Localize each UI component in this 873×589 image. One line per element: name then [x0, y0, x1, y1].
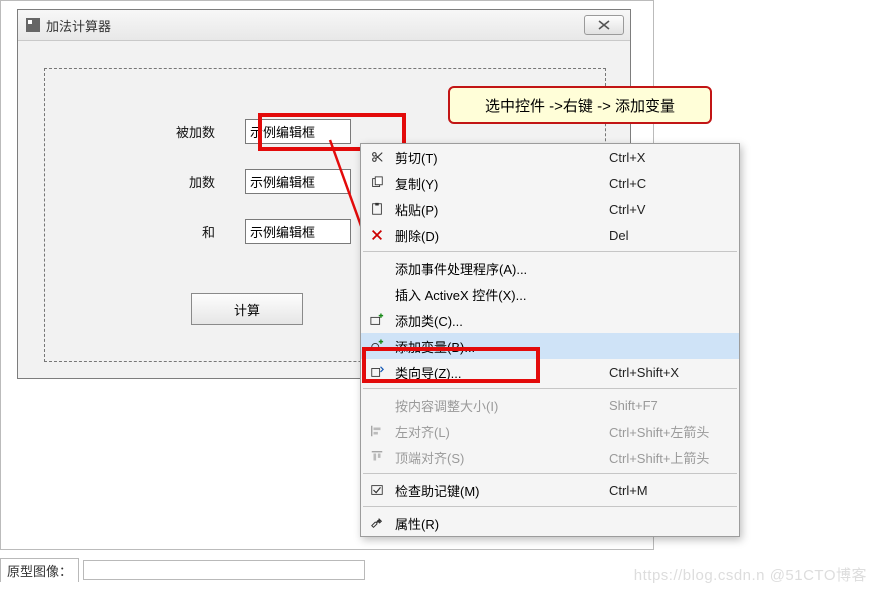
- menu-item-cut[interactable]: 剪切(T)Ctrl+X: [361, 144, 739, 170]
- menu-item-aligntop: 顶端对齐(S)Ctrl+Shift+上箭头: [361, 444, 739, 470]
- menu-item-shortcut: Ctrl+Shift+左箭头: [609, 422, 739, 441]
- prototype-image-label: 原型图像：: [0, 558, 79, 582]
- menu-item-label: 添加事件处理程序(A)...: [389, 259, 609, 278]
- menu-item-mnemonics[interactable]: 检查助记键(M)Ctrl+M: [361, 477, 739, 503]
- menu-item-shortcut: Ctrl+C: [609, 176, 739, 191]
- menu-item-copy[interactable]: 复制(Y)Ctrl+C: [361, 170, 739, 196]
- menu-item-addhandler[interactable]: 添加事件处理程序(A)...: [361, 255, 739, 281]
- menu-item-shortcut: Ctrl+X: [609, 150, 739, 165]
- annotation-text: 选中控件 ->右键 -> 添加变量: [485, 95, 675, 116]
- menu-item-label: 左对齐(L): [389, 422, 609, 441]
- menu-separator: [363, 251, 737, 252]
- menu-item-label: 按内容调整大小(I): [389, 396, 609, 415]
- app-icon: [26, 18, 40, 32]
- menu-item-label: 删除(D): [389, 226, 609, 245]
- menu-item-label: 顶端对齐(S): [389, 448, 609, 467]
- menu-item-shortcut: Ctrl+V: [609, 202, 739, 217]
- watermark: https://blog.csdn.n @51CTO博客: [634, 564, 867, 585]
- close-icon: [598, 20, 610, 30]
- alignt-icon: [365, 450, 389, 464]
- menu-item-label: 属性(R): [389, 514, 609, 533]
- menu-item-shortcut: Del: [609, 228, 739, 243]
- menu-item-label: 复制(Y): [389, 174, 609, 193]
- menu-item-shortcut: Ctrl+Shift+X: [609, 365, 739, 380]
- menu-item-sizecontent: 按内容调整大小(I)Shift+F7: [361, 392, 739, 418]
- menu-item-addvar[interactable]: 添加变量(B)...: [361, 333, 739, 359]
- copy-icon: [365, 176, 389, 190]
- paste-icon: [365, 202, 389, 216]
- scissors-icon: [365, 150, 389, 164]
- input-sum[interactable]: [245, 219, 351, 244]
- menu-item-label: 检查助记键(M): [389, 481, 609, 500]
- dialog-title: 加法计算器: [46, 16, 111, 35]
- menu-item-label: 类向导(Z)...: [389, 363, 609, 382]
- close-button[interactable]: [584, 15, 624, 35]
- wrench-icon: [365, 516, 389, 530]
- bottom-panel: 原型图像：: [0, 558, 365, 582]
- input-addend1[interactable]: [245, 119, 351, 144]
- check-icon: [365, 483, 389, 497]
- menu-item-paste[interactable]: 粘贴(P)Ctrl+V: [361, 196, 739, 222]
- menu-separator: [363, 506, 737, 507]
- calculate-button-label: 计算: [234, 300, 260, 319]
- row-addend1: 被加数: [135, 119, 351, 144]
- menu-item-shortcut: Ctrl+M: [609, 483, 739, 498]
- annotation-callout: 选中控件 ->右键 -> 添加变量: [448, 86, 712, 124]
- row-sum: 和: [135, 219, 351, 244]
- menu-item-shortcut: Ctrl+Shift+上箭头: [609, 448, 739, 467]
- menu-item-label: 添加类(C)...: [389, 311, 609, 330]
- label-addend2: 加数: [135, 172, 215, 191]
- menu-item-label: 粘贴(P): [389, 200, 609, 219]
- label-addend1: 被加数: [135, 122, 215, 141]
- menu-item-label: 剪切(T): [389, 148, 609, 167]
- menu-item-alignleft: 左对齐(L)Ctrl+Shift+左箭头: [361, 418, 739, 444]
- addclass-icon: [365, 313, 389, 327]
- menu-item-label: 插入 ActiveX 控件(X)...: [389, 285, 609, 304]
- classwiz-icon: [365, 365, 389, 379]
- menu-item-label: 添加变量(B)...: [389, 337, 609, 356]
- label-sum: 和: [135, 222, 215, 241]
- menu-separator: [363, 388, 737, 389]
- x-icon: [365, 228, 389, 242]
- title-bar: 加法计算器: [18, 10, 630, 41]
- menu-separator: [363, 473, 737, 474]
- menu-item-classwiz[interactable]: 类向导(Z)...Ctrl+Shift+X: [361, 359, 739, 385]
- alignl-icon: [365, 424, 389, 438]
- menu-item-delete[interactable]: 删除(D)Del: [361, 222, 739, 248]
- menu-item-addclass[interactable]: 添加类(C)...: [361, 307, 739, 333]
- row-addend2: 加数: [135, 169, 351, 194]
- input-addend2[interactable]: [245, 169, 351, 194]
- addvar-icon: [365, 339, 389, 353]
- menu-item-insertax[interactable]: 插入 ActiveX 控件(X)...: [361, 281, 739, 307]
- context-menu: 剪切(T)Ctrl+X复制(Y)Ctrl+C粘贴(P)Ctrl+V删除(D)De…: [360, 143, 740, 537]
- menu-item-props[interactable]: 属性(R): [361, 510, 739, 536]
- calculate-button[interactable]: 计算: [191, 293, 303, 325]
- menu-item-shortcut: Shift+F7: [609, 398, 739, 413]
